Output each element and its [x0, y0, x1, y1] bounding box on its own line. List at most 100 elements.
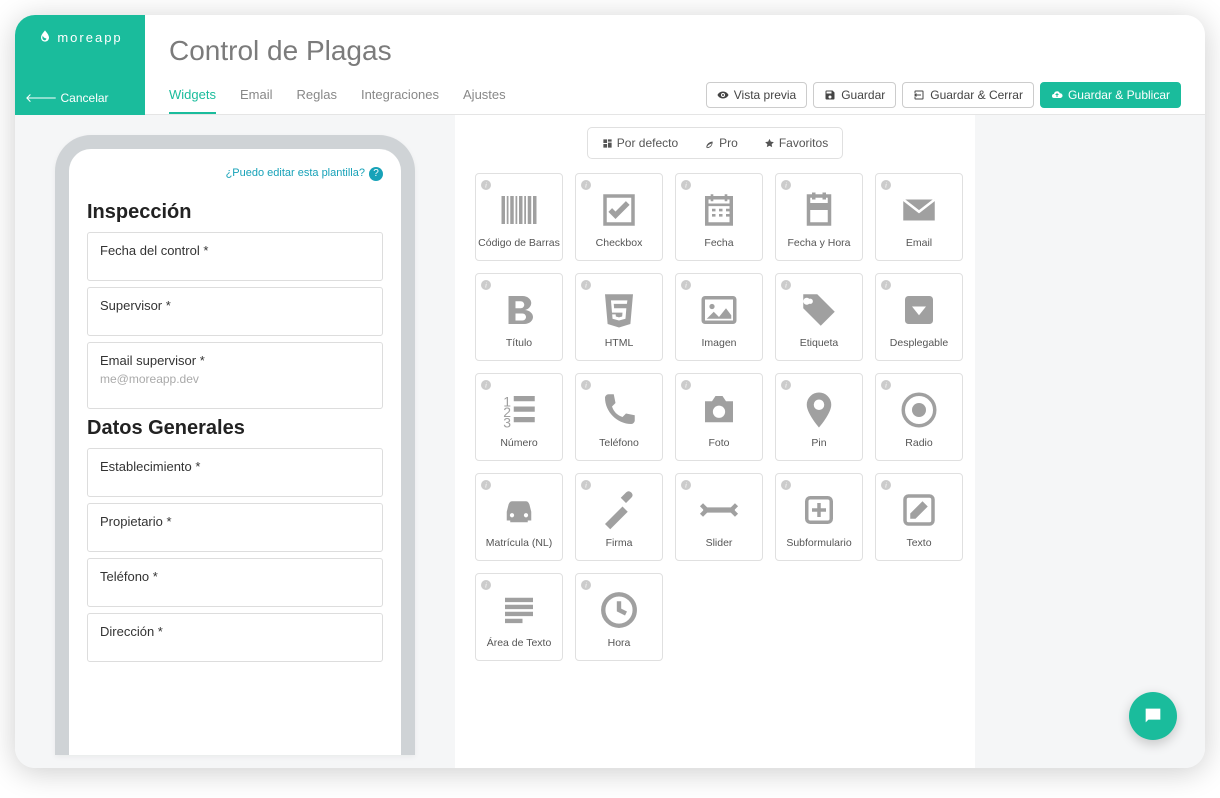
form-field[interactable]: Propietario *	[87, 503, 383, 552]
tab-email[interactable]: Email	[240, 87, 273, 114]
info-icon[interactable]: i	[880, 178, 892, 190]
widget-date[interactable]: iFecha	[675, 173, 763, 261]
form-field[interactable]: Dirección *	[87, 613, 383, 662]
save-close-button[interactable]: Guardar & Cerrar	[902, 82, 1034, 108]
tab-widgets[interactable]: Widgets	[169, 87, 216, 114]
info-icon[interactable]: i	[580, 178, 592, 190]
save-publish-button[interactable]: Guardar & Publicar	[1040, 82, 1181, 108]
widget-datetime[interactable]: iFecha y Hora	[775, 173, 863, 261]
title-icon	[498, 289, 540, 331]
device-frame: ¿Puedo editar esta plantilla?? Inspecció…	[55, 135, 415, 755]
preview-button[interactable]: Vista previa	[706, 82, 807, 108]
info-icon[interactable]: i	[680, 178, 692, 190]
tab-ajustes[interactable]: Ajustes	[463, 87, 506, 114]
svg-text:i: i	[685, 282, 687, 290]
preview-body: InspecciónFecha del control *Supervisor …	[87, 201, 383, 662]
widget-signature[interactable]: iFirma	[575, 473, 663, 561]
edit-template-hint[interactable]: ¿Puedo editar esta plantilla??	[87, 161, 383, 193]
info-icon[interactable]: i	[480, 278, 492, 290]
info-icon[interactable]: i	[480, 578, 492, 590]
widget-email[interactable]: iEmail	[875, 173, 963, 261]
widget-slider[interactable]: iSlider	[675, 473, 763, 561]
tab-reglas[interactable]: Reglas	[296, 87, 336, 114]
filter-pro[interactable]: Pro	[694, 132, 748, 154]
save-icon	[824, 89, 836, 101]
filter-favorites[interactable]: Favoritos	[754, 132, 838, 154]
info-icon[interactable]: i	[780, 178, 792, 190]
info-icon[interactable]: i	[480, 178, 492, 190]
svg-text:i: i	[785, 482, 787, 490]
field-label: Supervisor *	[100, 298, 370, 313]
form-field[interactable]: Supervisor *	[87, 287, 383, 336]
tabs: Widgets Email Reglas Integraciones Ajust…	[169, 87, 506, 114]
tab-integraciones[interactable]: Integraciones	[361, 87, 439, 114]
widget-label: HTML	[605, 337, 634, 349]
widget-tag[interactable]: i Etiqueta	[775, 273, 863, 361]
info-icon[interactable]: i	[680, 478, 692, 490]
widget-subform[interactable]: i Subformulario	[775, 473, 863, 561]
info-icon[interactable]: i	[580, 578, 592, 590]
form-field[interactable]: Email supervisor *me@moreapp.dev	[87, 342, 383, 409]
save-button[interactable]: Guardar	[813, 82, 896, 108]
widget-barcode[interactable]: iCódigo de Barras	[475, 173, 563, 261]
widget-photo[interactable]: iFoto	[675, 373, 763, 461]
text-icon	[898, 489, 940, 531]
form-field[interactable]: Establecimiento *	[87, 448, 383, 497]
leaf-icon	[704, 138, 715, 149]
widget-dropdown[interactable]: i Desplegable	[875, 273, 963, 361]
widget-checkbox[interactable]: iCheckbox	[575, 173, 663, 261]
info-icon[interactable]: i	[880, 278, 892, 290]
widget-label: Desplegable	[890, 337, 948, 349]
info-icon[interactable]: i	[680, 278, 692, 290]
info-icon[interactable]: i	[780, 478, 792, 490]
widget-number[interactable]: i123Número	[475, 373, 563, 461]
info-icon[interactable]: i	[480, 378, 492, 390]
tabs-row: Widgets Email Reglas Integraciones Ajust…	[169, 82, 1181, 114]
field-label: Fecha del control *	[100, 243, 370, 258]
widget-phone[interactable]: iTeléfono	[575, 373, 663, 461]
chat-icon	[1142, 705, 1164, 727]
info-icon[interactable]: i	[680, 378, 692, 390]
dropdown-icon	[898, 289, 940, 331]
title-area: Control de Plagas Widgets Email Reglas I…	[145, 15, 1205, 114]
info-icon[interactable]: i	[780, 378, 792, 390]
svg-text:i: i	[785, 182, 787, 190]
info-icon[interactable]: i	[880, 478, 892, 490]
logo[interactable]: moreapp	[37, 15, 122, 51]
logo-block: moreapp 🡐 Cancelar	[15, 15, 145, 115]
datetime-icon	[798, 189, 840, 231]
svg-text:i: i	[585, 182, 587, 190]
info-icon[interactable]: i	[580, 478, 592, 490]
phone-icon	[598, 389, 640, 431]
widget-html[interactable]: i HTML	[575, 273, 663, 361]
widget-radio[interactable]: iRadio	[875, 373, 963, 461]
cancel-link[interactable]: 🡐 Cancelar	[15, 82, 145, 115]
info-icon[interactable]: i	[580, 278, 592, 290]
chat-button[interactable]	[1129, 692, 1177, 740]
filter-default[interactable]: Por defecto	[592, 132, 688, 154]
info-icon[interactable]: i	[580, 378, 592, 390]
widget-label: Título	[506, 337, 532, 349]
form-field[interactable]: Fecha del control *	[87, 232, 383, 281]
widget-label: Etiqueta	[800, 337, 839, 349]
star-icon	[764, 138, 775, 149]
info-icon[interactable]: i	[780, 278, 792, 290]
widget-time[interactable]: iHora	[575, 573, 663, 661]
widget-text[interactable]: i Texto	[875, 473, 963, 561]
svg-text:i: i	[485, 182, 487, 190]
widget-textarea[interactable]: iÁrea de Texto	[475, 573, 563, 661]
widget-label: Número	[500, 437, 537, 449]
svg-text:i: i	[885, 482, 887, 490]
info-icon[interactable]: i	[480, 478, 492, 490]
widget-title[interactable]: i Título	[475, 273, 563, 361]
svg-text:3: 3	[503, 415, 511, 431]
widget-plate[interactable]: iMatrícula (NL)	[475, 473, 563, 561]
info-icon[interactable]: i	[880, 378, 892, 390]
widget-pin[interactable]: iPin	[775, 373, 863, 461]
field-label: Email supervisor *	[100, 353, 370, 368]
widget-label: Subformulario	[786, 537, 851, 549]
widget-label: Texto	[906, 537, 931, 549]
radio-icon	[898, 389, 940, 431]
widget-image[interactable]: iImagen	[675, 273, 763, 361]
form-field[interactable]: Teléfono *	[87, 558, 383, 607]
